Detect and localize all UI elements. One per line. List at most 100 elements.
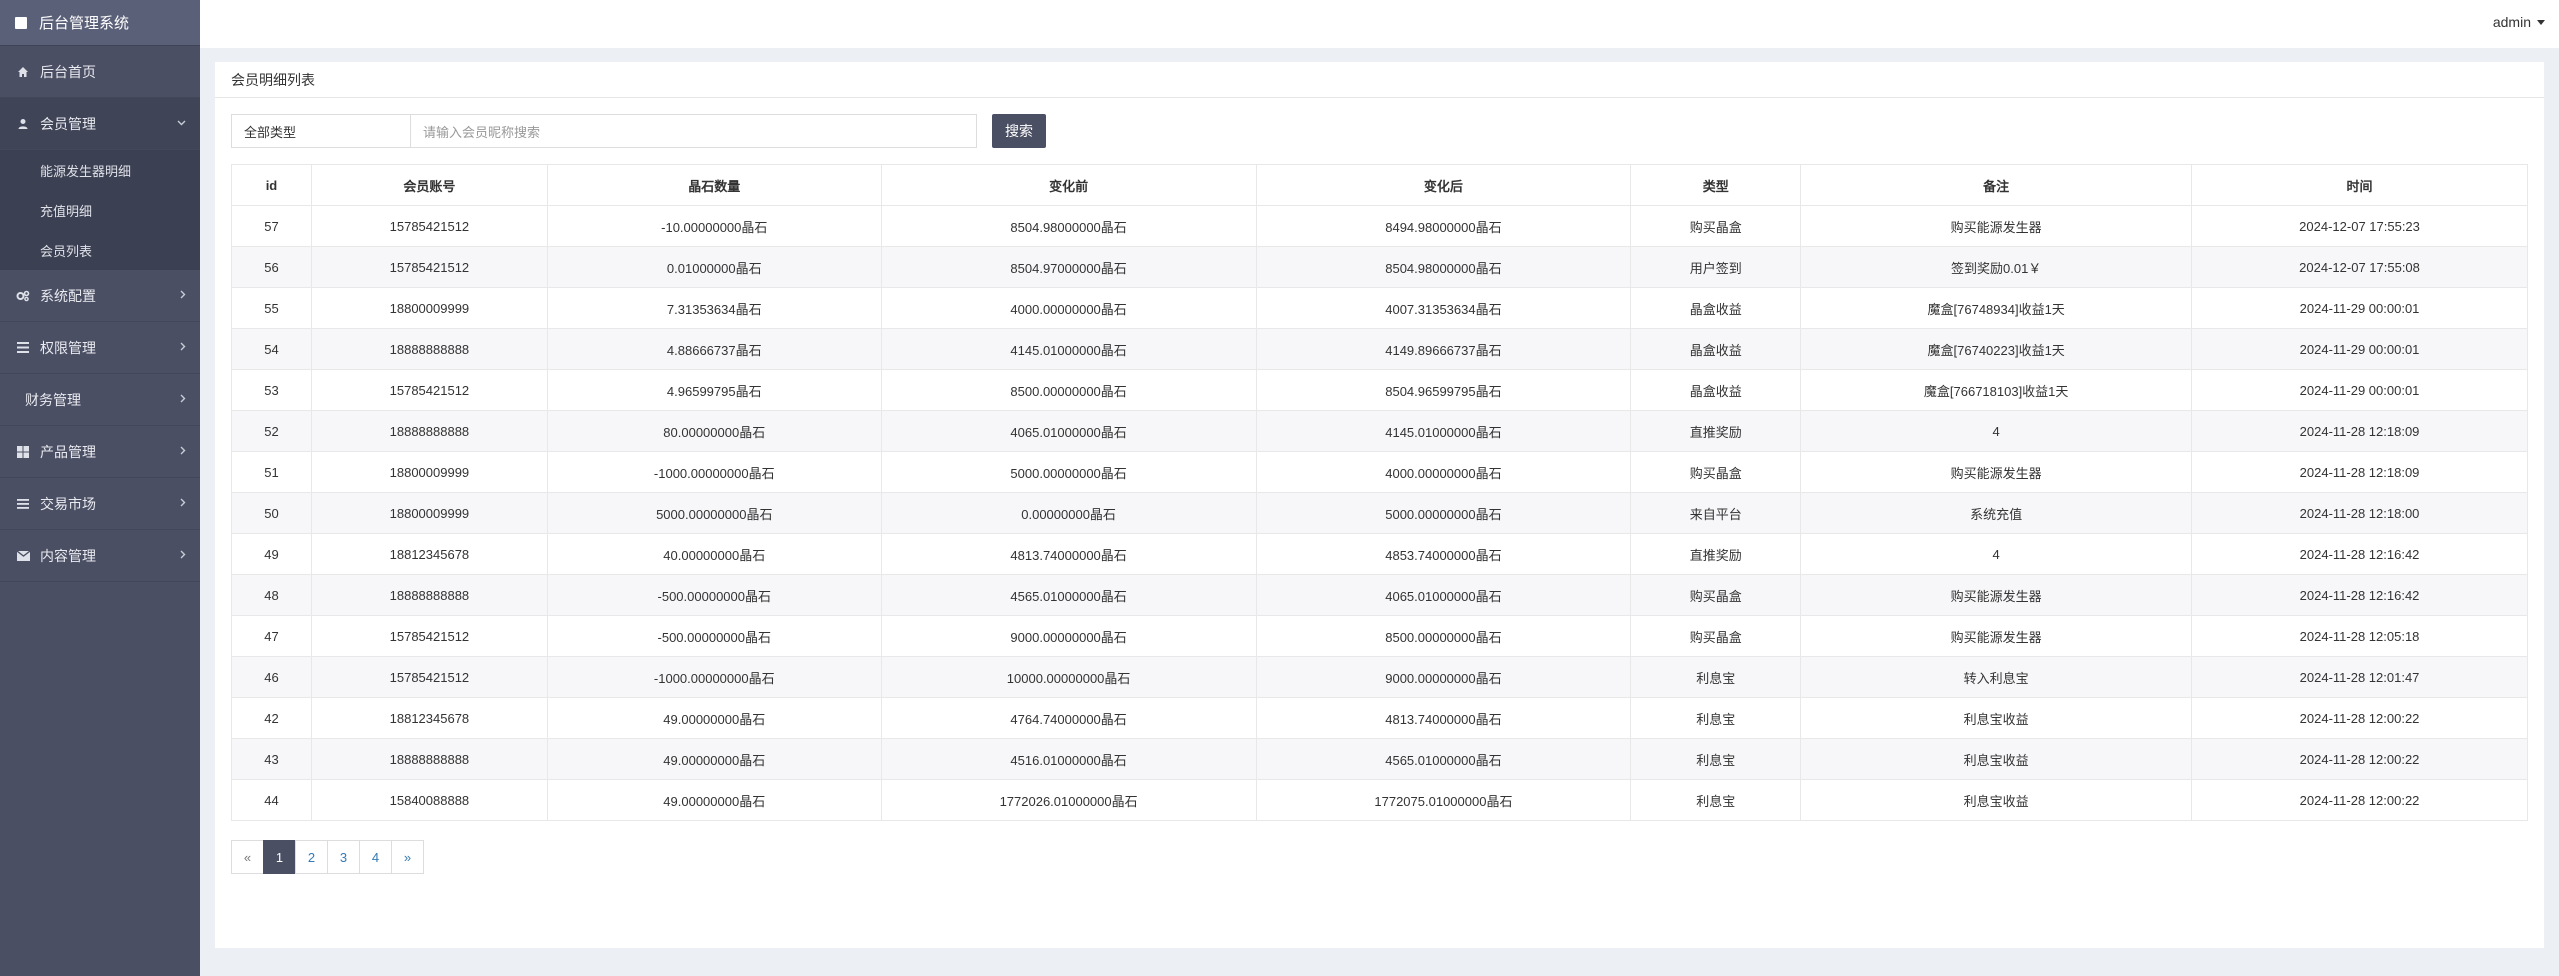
pagination-page-2[interactable]: 2 [295,840,328,874]
table-cell: 2024-11-28 12:05:18 [2191,615,2528,657]
pagination-page-3[interactable]: 3 [327,840,360,874]
table-cell: 4149.89666737晶石 [1255,328,1632,370]
table-cell: 2024-11-28 12:00:22 [2191,697,2528,739]
table-cell: 购买晶盒 [1630,205,1802,247]
table-cell: 8500.00000000晶石 [880,369,1257,411]
pagination-page-1[interactable]: 1 [263,840,296,874]
table-cell: 来自平台 [1630,492,1802,534]
sidebar-item-products[interactable]: 产品管理 [0,426,200,478]
table-cell: 4 [1800,533,2193,575]
table-cell: 42 [231,697,312,739]
chevron-down-icon [177,118,186,129]
home-icon [16,66,30,78]
table-cell: 49.00000000晶石 [546,779,882,821]
table-cell: 2024-11-28 12:00:22 [2191,738,2528,780]
table-cell: 购买能源发生器 [1800,451,2193,493]
user-icon [16,118,30,130]
table-cell: 2024-11-28 12:16:42 [2191,533,2528,575]
table-cell: 2024-11-28 12:18:09 [2191,410,2528,452]
chevron-right-icon [180,394,186,406]
sidebar-item-label: 后台首页 [40,63,96,80]
search-button[interactable]: 搜索 [992,114,1046,148]
table-cell: 利息宝收益 [1800,697,2193,739]
table-cell: 用户签到 [1630,246,1802,288]
table-row: 54 18888888888 4.88666737晶石 4145.01000000晶石… [231,328,2528,370]
table-cell: 4145.01000000晶石 [1255,410,1632,452]
table-cell: 7.31353634晶石 [546,287,882,329]
table-cell: 4565.01000000晶石 [880,574,1257,616]
table-cell: 购买能源发生器 [1800,205,2193,247]
table-cell: 4007.31353634晶石 [1255,287,1632,329]
table-cell: 利息宝 [1630,656,1802,698]
column-header: 变化前 [880,164,1257,206]
table-cell: 15785421512 [310,656,548,698]
table-cell: 18800009999 [310,451,548,493]
table-cell: 18812345678 [310,533,548,575]
panel-title: 会员明细列表 [215,62,2544,98]
search-input[interactable]: 请输入会员昵称搜索 [411,114,977,148]
pagination-prev[interactable]: « [231,840,264,874]
table-cell: 魔盒[76748934]收益1天 [1800,287,2193,329]
table-cell: 直推奖励 [1630,533,1802,575]
table-cell: 15785421512 [310,246,548,288]
sidebar-item-members[interactable]: 会员管理 [0,98,200,150]
table-cell: 购买能源发生器 [1800,574,2193,616]
sidebar: 后台管理系统 后台首页 会员管理 能源发生器明细 充值明细 会员列表 系统配置 [0,0,200,976]
pagination-page-4[interactable]: 4 [359,840,392,874]
table-cell: 52 [231,410,312,452]
table-cell: 购买晶盒 [1630,574,1802,616]
table-cell: 签到奖励0.01￥ [1800,246,2193,288]
table-cell: 利息宝收益 [1800,779,2193,821]
content-panel: 会员明细列表 全部类型 请输入会员昵称搜索 搜索 id 会员账号 晶石数量 变化前 变化… [215,62,2544,948]
table-row: 43 18888888888 49.00000000晶石 4516.01000000晶… [231,738,2528,780]
table-cell: 46 [231,656,312,698]
table-cell: 2024-11-28 12:00:22 [2191,779,2528,821]
table-cell: 5000.00000000晶石 [546,492,882,534]
sidebar-item-permissions[interactable]: 权限管理 [0,322,200,374]
table-cell: 系统充值 [1800,492,2193,534]
table-row: 44 15840088888 49.00000000晶石 1772026.010000… [231,779,2528,821]
user-menu[interactable]: admin [2493,14,2545,30]
table-cell: 8494.98000000晶石 [1255,205,1632,247]
table-cell: 2024-12-07 17:55:08 [2191,246,2528,288]
table-cell: -500.00000000晶石 [546,615,882,657]
member-detail-table: id 会员账号 晶石数量 变化前 变化后 类型 备注 时间 57 15785421512 -10.… [231,164,2528,821]
pagination: « 1 2 3 4 » [231,840,424,874]
pagination-next[interactable]: » [391,840,424,874]
table-cell: 80.00000000晶石 [546,410,882,452]
table-cell: 49 [231,533,312,575]
table-cell: 48 [231,574,312,616]
table-row: 47 15785421512 -500.00000000晶石 9000.0000000… [231,615,2528,657]
table-cell: 15840088888 [310,779,548,821]
table-cell: 8504.97000000晶石 [880,246,1257,288]
table-cell: 直推奖励 [1630,410,1802,452]
sidebar-item-finance[interactable]: 财务管理 [0,374,200,426]
sidebar-subitem-generator-details[interactable]: 能源发生器明细 [0,150,200,190]
table-cell: 51 [231,451,312,493]
sidebar-item-system-config[interactable]: 系统配置 [0,270,200,322]
table-cell: -1000.00000000晶石 [546,451,882,493]
sidebar-item-content[interactable]: 内容管理 [0,530,200,582]
table-cell: 4813.74000000晶石 [880,533,1257,575]
table-row: 55 18800009999 7.31353634晶石 4000.00000000晶石… [231,287,2528,329]
sidebar-item-dashboard[interactable]: 后台首页 [0,46,200,98]
brand[interactable]: 后台管理系统 [0,0,200,46]
table-cell: 4.96599795晶石 [546,369,882,411]
table-cell: 4764.74000000晶石 [880,697,1257,739]
sidebar-item-market[interactable]: 交易市场 [0,478,200,530]
table-cell: 2024-11-28 12:01:47 [2191,656,2528,698]
table-cell: 魔盒[76740223]收益1天 [1800,328,2193,370]
type-select[interactable]: 全部类型 [231,114,411,148]
sidebar-item-label: 财务管理 [25,391,81,408]
table-cell: 4145.01000000晶石 [880,328,1257,370]
caret-down-icon [2537,19,2545,25]
table-cell: 8500.00000000晶石 [1255,615,1632,657]
sidebar-subitem-member-list[interactable]: 会员列表 [0,230,200,270]
table-cell: 47 [231,615,312,657]
table-cell: 18888888888 [310,410,548,452]
table-row: 46 15785421512 -1000.00000000晶石 10000.00000… [231,656,2528,698]
sidebar-subitem-recharge-details[interactable]: 充值明细 [0,190,200,230]
table-cell: 4 [1800,410,2193,452]
table-cell: 18888888888 [310,738,548,780]
table-cell: 4516.01000000晶石 [880,738,1257,780]
